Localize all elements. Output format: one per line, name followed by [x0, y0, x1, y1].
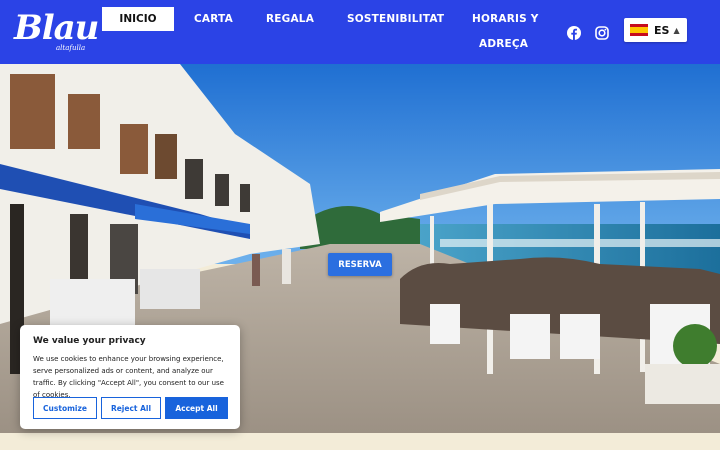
instagram-icon[interactable]: [595, 25, 609, 40]
language-selector[interactable]: ES ▲: [624, 18, 687, 42]
cookie-description: We use cookies to enhance your browsing …: [33, 355, 224, 399]
facebook-icon[interactable]: [567, 25, 581, 40]
customize-button[interactable]: Customize: [33, 397, 97, 419]
reserva-button[interactable]: RESERVA: [328, 253, 392, 276]
nav-inicio[interactable]: INICIO: [102, 7, 174, 31]
logo[interactable]: Blau altafulla: [12, 6, 99, 56]
nav-horaris[interactable]: HORARIS Y: [472, 13, 539, 25]
nav-regala[interactable]: REGALA: [266, 13, 314, 25]
accept-all-button[interactable]: Accept All: [165, 397, 228, 419]
nav-carta[interactable]: CARTA: [194, 13, 233, 25]
logo-subtext: altafulla: [56, 44, 86, 52]
chevron-up-icon: ▲: [673, 25, 680, 35]
site-header: Blau altafulla INICIO CARTA REGALA SOSTE…: [0, 0, 720, 64]
cookie-title: We value your privacy: [33, 336, 146, 346]
cookie-consent-banner: We value your privacy We use cookies to …: [20, 325, 240, 429]
reject-all-button[interactable]: Reject All: [101, 397, 161, 419]
nav-sostenibilitat[interactable]: SOSTENIBILITAT: [347, 13, 444, 25]
nav-adreca[interactable]: ADREÇA: [479, 38, 528, 50]
spain-flag-icon: [630, 24, 648, 36]
logo-text: Blau: [14, 8, 99, 48]
cookie-actions: Customize Reject All Accept All: [33, 397, 228, 419]
language-code: ES: [654, 23, 670, 37]
